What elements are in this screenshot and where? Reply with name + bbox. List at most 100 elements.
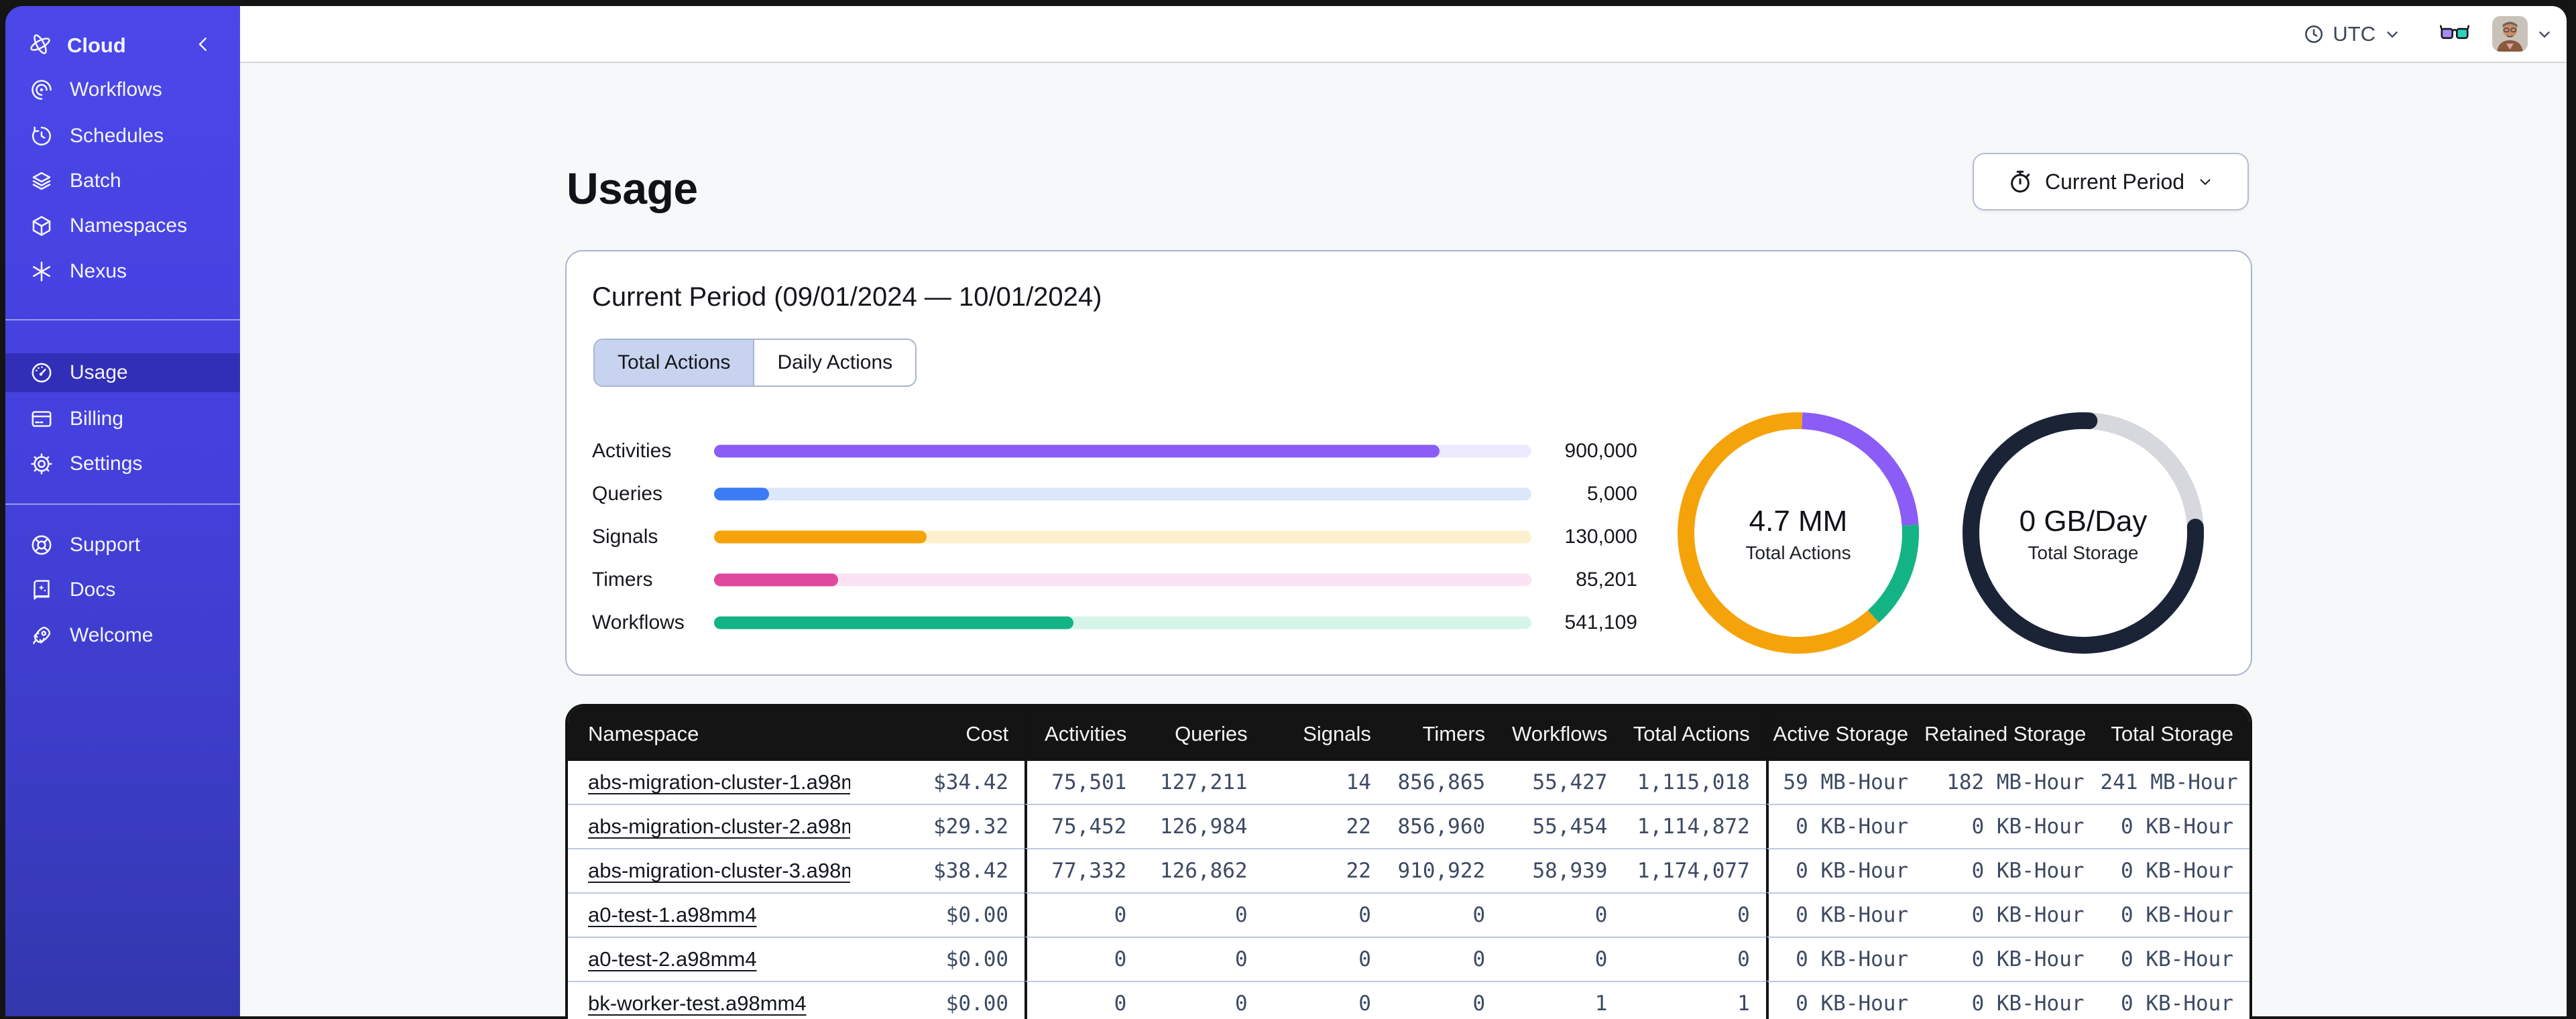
sidebar-item-label: Support	[70, 534, 141, 556]
namespace-link[interactable]: abs-migration-cluster-1.a98mm4	[588, 770, 850, 794]
tab-total-actions[interactable]: Total Actions	[595, 340, 754, 385]
bar-track	[714, 530, 1531, 544]
cell-queries: 0	[1143, 981, 1264, 1019]
account-menu-chevron-icon[interactable]	[2536, 25, 2553, 43]
sidebar-item-label: Docs	[70, 579, 116, 601]
cell-workflows: 0	[1501, 937, 1624, 981]
welcome-rocket-icon	[30, 623, 54, 648]
namespace-link[interactable]: bk-worker-test.a98mm4	[588, 992, 807, 1015]
bar-label: Signals	[592, 526, 658, 548]
sidebar-item-welcome[interactable]: Welcome	[5, 616, 240, 655]
cell-timers: 0	[1387, 892, 1502, 937]
table-row: abs-migration-cluster-1.a98mm4$34.4275,5…	[568, 761, 2249, 804]
cell-total_storage: 0 KB-Hour	[2100, 937, 2249, 981]
cell-active_storage: 0 KB-Hour	[1765, 804, 1925, 848]
namespace-link[interactable]: abs-migration-cluster-2.a98mm4	[588, 815, 850, 838]
bar-value: 85,201	[1576, 568, 1637, 591]
nexus-icon	[30, 259, 54, 284]
period-selector-button[interactable]: Current Period	[1973, 153, 2249, 211]
cell-total_storage: 0 KB-Hour	[2100, 981, 2249, 1019]
bar-fill	[714, 530, 927, 544]
cell-total_actions: 1,174,077	[1623, 848, 1766, 892]
cell-workflows: 1	[1501, 981, 1624, 1019]
feedback-glasses-icon[interactable]	[2439, 21, 2470, 48]
bar-label: Timers	[592, 568, 653, 591]
cell-activities: 77,332	[1024, 848, 1143, 892]
cell-namespace[interactable]: abs-migration-cluster-2.a98mm4	[568, 804, 850, 848]
bar-label: Queries	[592, 483, 663, 505]
cell-cost: $29.32	[850, 804, 1025, 848]
schedules-icon	[30, 124, 54, 148]
table-row: a0-test-1.a98mm4 $0.00 0 0 0 0 0 0 0 KB-Hour 0 KB…	[568, 892, 2249, 937]
column-header-retained_storage: Retained Storage	[1924, 707, 2101, 761]
cell-retained_storage: 0 KB-Hour	[1924, 892, 2101, 937]
bar-label: Workflows	[592, 611, 685, 634]
bar-row-activities: Activities 900,000	[567, 430, 1680, 473]
cell-namespace[interactable]: abs-migration-cluster-3.a98mm4	[568, 848, 850, 892]
cell-workflows: 55,454	[1501, 804, 1624, 848]
sidebar-item-usage[interactable]: Usage	[5, 353, 240, 392]
topbar: UTC	[240, 6, 2567, 63]
cell-signals: 0	[1263, 981, 1387, 1019]
sidebar-brand[interactable]: Cloud	[5, 26, 240, 65]
column-header-active_storage: Active Storage	[1765, 707, 1925, 761]
cell-retained_storage: 0 KB-Hour	[1924, 848, 2101, 892]
cell-active_storage: 0 KB-Hour	[1765, 937, 1925, 981]
bar-fill	[714, 616, 1074, 630]
bar-label: Activities	[592, 440, 672, 462]
cell-queries: 0	[1143, 892, 1264, 937]
docs-icon	[30, 578, 54, 602]
cell-workflows: 55,427	[1501, 761, 1624, 804]
cell-queries: 127,211	[1143, 761, 1264, 804]
cell-namespace[interactable]: bk-worker-test.a98mm4	[568, 981, 850, 1019]
bar-row-workflows: Workflows 541,109	[567, 601, 1680, 644]
namespace-link[interactable]: abs-migration-cluster-3.a98mm4	[588, 859, 850, 882]
total-storage-value: 0 GB/Day	[2019, 505, 2148, 538]
brand-label: Cloud	[67, 34, 126, 57]
cell-total_actions: 0	[1623, 937, 1766, 981]
column-header-workflows: Workflows	[1501, 707, 1624, 761]
sidebar-collapse-button[interactable]	[193, 34, 216, 57]
sidebar-item-batch[interactable]: Batch	[5, 162, 240, 200]
stopwatch-icon	[2011, 170, 2030, 193]
support-icon	[30, 533, 54, 557]
cell-namespace[interactable]: abs-migration-cluster-1.a98mm4	[568, 761, 850, 804]
sidebar: Cloud Workflows Schedules Batch Namespac…	[5, 6, 241, 1016]
cell-total_storage: 241 MB-Hour	[2100, 761, 2249, 804]
namespace-link[interactable]: a0-test-1.a98mm4	[588, 903, 757, 926]
sidebar-item-label: Schedules	[70, 125, 164, 147]
namespace-link[interactable]: a0-test-2.a98mm4	[588, 947, 757, 971]
sidebar-divider	[5, 503, 240, 505]
sidebar-item-billing[interactable]: Billing	[5, 400, 240, 438]
workflows-icon	[30, 78, 54, 102]
cell-namespace[interactable]: a0-test-1.a98mm4	[568, 892, 850, 937]
billing-icon	[30, 407, 54, 431]
sidebar-item-settings[interactable]: Settings	[5, 444, 240, 483]
cell-signals: 0	[1263, 937, 1387, 981]
cell-queries: 126,862	[1143, 848, 1264, 892]
sidebar-item-support[interactable]: Support	[5, 526, 240, 564]
sidebar-item-schedules[interactable]: Schedules	[5, 117, 240, 156]
cell-activities: 0	[1024, 981, 1143, 1019]
cell-total_actions: 1,115,018	[1623, 761, 1766, 804]
column-header-activities: Activities	[1024, 707, 1143, 761]
sidebar-item-nexus[interactable]: Nexus	[5, 252, 240, 291]
cell-activities: 75,501	[1024, 761, 1143, 804]
tab-daily-actions[interactable]: Daily Actions	[753, 340, 915, 385]
column-header-total_actions: Total Actions	[1623, 707, 1766, 761]
chevron-down-icon	[2384, 25, 2401, 43]
sidebar-item-namespaces[interactable]: Namespaces	[5, 206, 240, 245]
cell-namespace[interactable]: a0-test-2.a98mm4	[568, 937, 850, 981]
bar-row-queries: Queries 5,000	[567, 473, 1680, 516]
cell-active_storage: 0 KB-Hour	[1765, 892, 1925, 937]
cell-total_storage: 0 KB-Hour	[2100, 892, 2249, 937]
avatar[interactable]	[2492, 16, 2528, 52]
timezone-selector[interactable]: UTC	[2303, 22, 2401, 46]
column-header-signals: Signals	[1263, 707, 1387, 761]
sidebar-item-workflows[interactable]: Workflows	[5, 70, 240, 109]
bar-value: 900,000	[1564, 440, 1637, 462]
cell-retained_storage: 182 MB-Hour	[1924, 761, 2101, 804]
sidebar-item-docs[interactable]: Docs	[5, 571, 240, 609]
namespaces-icon	[30, 214, 54, 238]
total-actions-label: Total Actions	[1745, 542, 1851, 563]
